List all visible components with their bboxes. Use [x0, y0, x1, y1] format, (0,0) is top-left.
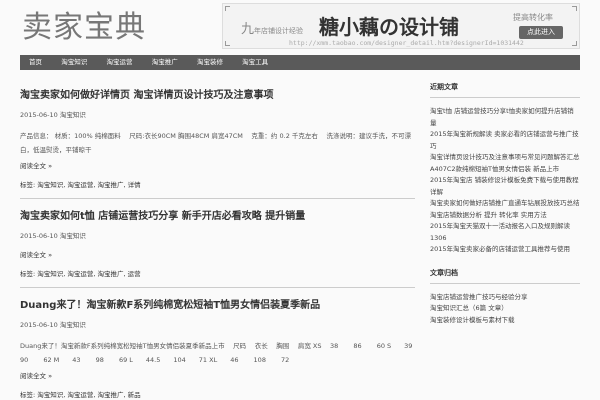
- banner-corner: [572, 41, 577, 46]
- banner-corner: [225, 6, 230, 11]
- recent-post-link[interactable]: A407C2款纯棉短袖T恤男女情侣装 新品上市: [430, 164, 580, 176]
- banner-experience: 九年店铺设计经验: [241, 18, 303, 37]
- recent-post-link[interactable]: 2015年淘宝天猫双十一活动报名入口及规则解读1306: [430, 221, 580, 244]
- post-author[interactable]: 淘宝知识: [60, 321, 86, 329]
- post-date: 2015-06-10: [20, 232, 58, 240]
- archive-link[interactable]: 淘宝装修设计模板与素材下载: [430, 315, 580, 327]
- recent-post-link[interactable]: 2015年淘宝店 铺装修设计模板免费下载与使用教程详解: [430, 175, 580, 198]
- nav-item-decoration[interactable]: 淘宝装修: [189, 55, 231, 70]
- recent-post-link[interactable]: 淘宝详情页设计技巧及注意事项与常见问题解答汇总: [430, 152, 580, 164]
- post: Duang来了！淘宝新款F系列纯棉宽松短袖T恤男女情侣装夏季新品 2015-06…: [20, 298, 428, 400]
- banner-experience-num: 九: [241, 22, 255, 37]
- archive-link[interactable]: 淘宝知识汇总（6篇 文章）: [430, 303, 580, 315]
- sidebar: 近期文章 淘宝t恤 店铺运营技巧分享t恤卖家如何提升店铺销量 2015年淘宝新规…: [430, 82, 580, 338]
- read-more-link[interactable]: 阅读全文 »: [20, 161, 415, 171]
- banner-corner: [572, 6, 577, 11]
- banner-title: 糖小藕の设计铺: [319, 15, 459, 39]
- post-tags[interactable]: 标签: 淘宝知识, 淘宝运营, 淘宝推广, 新品: [20, 390, 415, 400]
- nav-item-knowledge[interactable]: 淘宝知识: [53, 55, 95, 70]
- recent-post-link[interactable]: 淘宝t恤 店铺运营技巧分享t恤卖家如何提升店铺销量: [430, 106, 580, 129]
- widget-title: 近期文章: [430, 82, 580, 98]
- read-more-link[interactable]: 阅读全文 »: [20, 250, 415, 260]
- recent-post-link[interactable]: 淘宝卖家如何做好店铺推广直通车钻展投放技巧总结: [430, 198, 580, 210]
- post-author[interactable]: 淘宝知识: [60, 232, 86, 240]
- recent-posts-widget: 近期文章 淘宝t恤 店铺运营技巧分享t恤卖家如何提升店铺销量 2015年淘宝新规…: [430, 82, 580, 256]
- post-date: 2015-06-10: [20, 111, 58, 119]
- site-logo[interactable]: 卖家宝典: [22, 8, 146, 48]
- banner-enter-button[interactable]: 点此进入: [519, 26, 563, 39]
- banner-experience-text: 年店铺设计经验: [254, 27, 304, 35]
- post-date: 2015-06-10: [20, 321, 58, 329]
- post-tags[interactable]: 标签: 淘宝知识, 淘宝运营, 淘宝推广, 详情: [20, 180, 415, 190]
- read-more-link[interactable]: 阅读全文 »: [20, 371, 415, 381]
- main-nav: 首页 淘宝知识 淘宝运营 淘宝推广 淘宝装修 淘宝工具: [20, 55, 580, 70]
- archive-link[interactable]: 淘宝店铺运营推广技巧与经验分享: [430, 292, 580, 304]
- post: 淘宝卖家如何做好详情页 淘宝详情页设计技巧及注意事项 2015-06-10 淘宝…: [20, 88, 415, 199]
- banner-tagline: 提高转化率: [513, 13, 553, 22]
- nav-item-tools[interactable]: 淘宝工具: [234, 55, 276, 70]
- widget-title: 文章归档: [430, 268, 580, 284]
- recent-post-link[interactable]: 2015年淘宝新规解读 卖家必看的店铺运营与推广技巧: [430, 129, 580, 152]
- nav-item-operations[interactable]: 淘宝运营: [98, 55, 140, 70]
- post-list: 淘宝卖家如何做好详情页 淘宝详情页设计技巧及注意事项 2015-06-10 淘宝…: [20, 88, 428, 400]
- post-title[interactable]: 淘宝卖家如何做好详情页 淘宝详情页设计技巧及注意事项: [20, 88, 415, 104]
- archive-widget: 文章归档 淘宝店铺运营推广技巧与经验分享 淘宝知识汇总（6篇 文章） 淘宝装修设…: [430, 268, 580, 327]
- post-meta: 2015-06-10 淘宝知识: [20, 110, 415, 120]
- nav-item-promotion[interactable]: 淘宝推广: [144, 55, 186, 70]
- recent-posts-list: 淘宝t恤 店铺运营技巧分享t恤卖家如何提升店铺销量 2015年淘宝新规解读 卖家…: [430, 106, 580, 256]
- recent-post-link[interactable]: 2015年淘宝卖家必备的店铺运营工具推荐与使用: [430, 244, 580, 256]
- site-header: 卖家宝典 九年店铺设计经验 糖小藕の设计铺 http://xmm.taobao.…: [0, 0, 600, 52]
- post-excerpt: Duang来了！淘宝新款F系列纯棉宽松短袖T恤男女情侣装夏季新品上市 尺码 衣长…: [20, 342, 428, 364]
- post-title[interactable]: Duang来了！淘宝新款F系列纯棉宽松短袖T恤男女情侣装夏季新品: [20, 298, 415, 314]
- post-meta: 2015-06-10 淘宝知识: [20, 231, 415, 241]
- archive-list: 淘宝店铺运营推广技巧与经验分享 淘宝知识汇总（6篇 文章） 淘宝装修设计模板与素…: [430, 292, 580, 327]
- banner-corner: [225, 41, 230, 46]
- post-meta: 2015-06-10 淘宝知识: [20, 320, 415, 330]
- nav-item-home[interactable]: 首页: [21, 55, 50, 70]
- post: 淘宝卖家如何t恤 店铺运营技巧分享 新手开店必看攻略 提升销量 2015-06-…: [20, 209, 415, 288]
- banner-url: http://xmm.taobao.com/designer_detail.ht…: [289, 39, 524, 47]
- post-excerpt: 产品信息： 材质：100% 纯棉面料 尺码:衣长90CM 胸围48CM 肩宽47…: [20, 132, 411, 154]
- post-tags[interactable]: 标签: 淘宝知识, 淘宝运营, 淘宝推广, 运营: [20, 269, 415, 279]
- ad-banner[interactable]: 九年店铺设计经验 糖小藕の设计铺 http://xmm.taobao.com/d…: [222, 3, 580, 49]
- recent-post-link[interactable]: 淘宝店铺数据分析 提升 转化率 实用方法: [430, 210, 580, 222]
- post-title[interactable]: 淘宝卖家如何t恤 店铺运营技巧分享 新手开店必看攻略 提升销量: [20, 209, 415, 225]
- post-author[interactable]: 淘宝知识: [60, 111, 86, 119]
